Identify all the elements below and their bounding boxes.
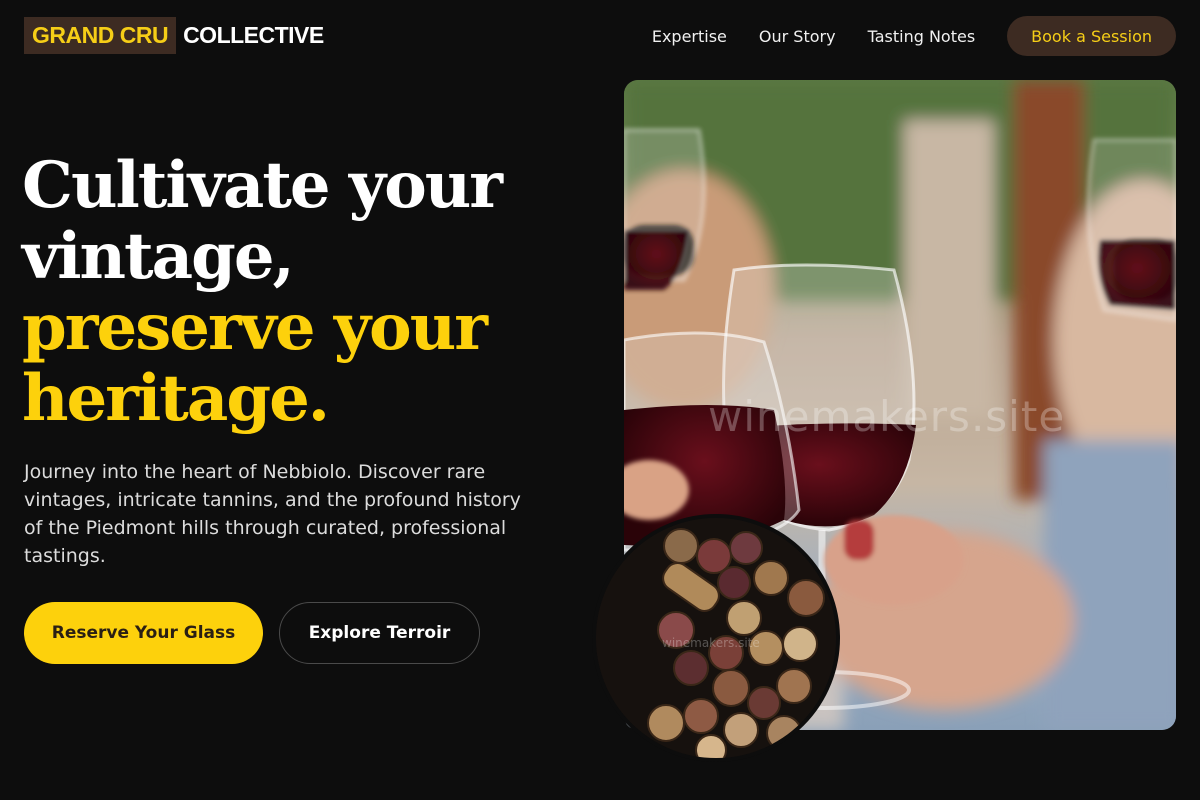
brand-logo[interactable]: GRAND CRU COLLECTIVE [24, 17, 324, 54]
nav-link-expertise[interactable]: Expertise [652, 27, 727, 46]
nav-link-tasting-notes[interactable]: Tasting Notes [868, 27, 976, 46]
site-header: GRAND CRU COLLECTIVE Expertise Our Story… [0, 0, 1200, 72]
hero-headline: Cultivate your vintage, preserve your he… [22, 150, 582, 434]
explore-terroir-button[interactable]: Explore Terroir [279, 602, 480, 664]
headline-line-2: vintage, [22, 219, 295, 294]
nav-link-our-story[interactable]: Our Story [759, 27, 836, 46]
headline-line-3: preserve your [22, 290, 488, 365]
headline-line-4: heritage. [22, 361, 330, 436]
hero-lead-paragraph: Journey into the heart of Nebbiolo. Disc… [24, 461, 521, 567]
headline-line-1: Cultivate your [22, 148, 503, 223]
main-nav: Expertise Our Story Tasting Notes Book a… [652, 16, 1176, 56]
cork-image-watermark: winemakers.site [662, 636, 760, 650]
reserve-glass-button[interactable]: Reserve Your Glass [24, 602, 263, 664]
brand-word: COLLECTIVE [183, 22, 324, 48]
corks-circle-image: winemakers.site [592, 514, 840, 762]
book-session-button[interactable]: Book a Session [1007, 16, 1176, 56]
brand-mark: GRAND CRU [24, 17, 177, 54]
